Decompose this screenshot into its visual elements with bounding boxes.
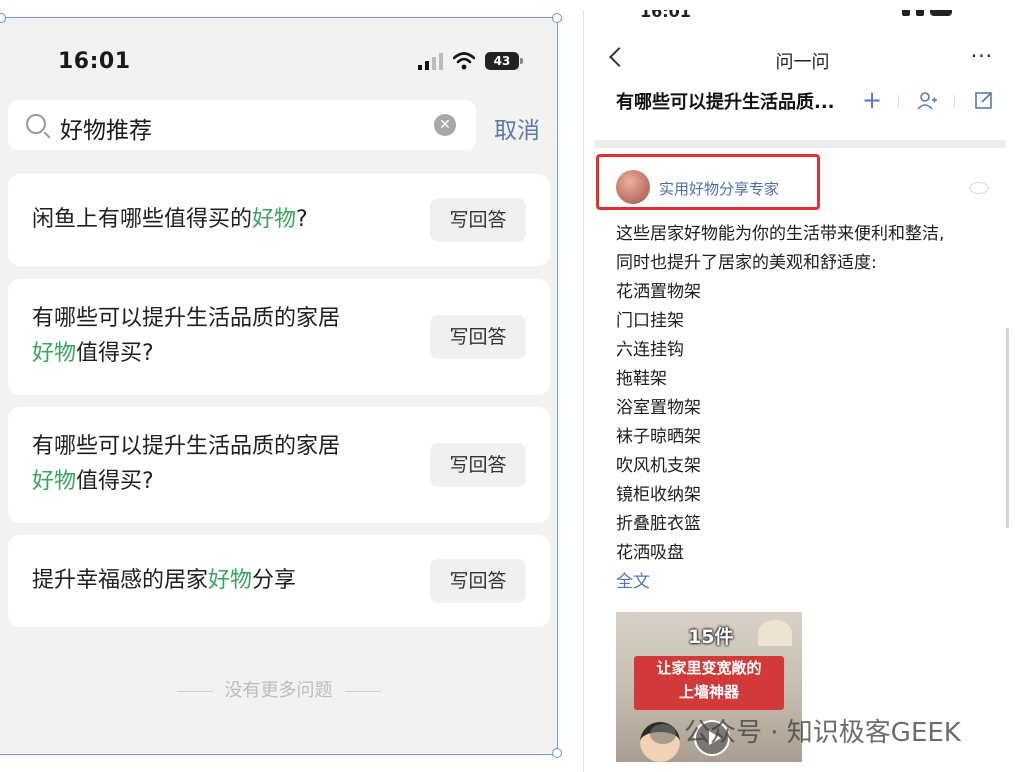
section-divider <box>594 140 1006 148</box>
clear-icon[interactable]: ✕ <box>434 114 456 136</box>
question-text: 提升幸福感的居家好物分享 <box>32 568 297 593</box>
answer-line: 拖鞋架 <box>616 369 667 389</box>
no-more-questions: 没有更多问题 <box>0 676 557 702</box>
answer-line: 浴室置物架 <box>616 398 701 418</box>
divider <box>898 94 899 108</box>
write-answer-button[interactable]: 写回答 <box>430 559 526 603</box>
cancel-button[interactable]: 取消 <box>494 111 540 145</box>
question-title[interactable]: 有哪些可以提升生活品质... <box>616 88 835 114</box>
caption-line: 让家里变宽敞的 <box>656 659 762 677</box>
status-time: 16:01 <box>640 10 691 21</box>
answer-line: 吹风机支架 <box>616 456 701 476</box>
answer-line: 六连挂钩 <box>616 340 684 360</box>
search-row: 好物推荐 ✕ 取消 <box>8 100 548 150</box>
thumbnail-caption: 让家里变宽敞的 上墙神器 <box>634 656 784 710</box>
status-icons <box>902 10 952 16</box>
more-icon[interactable]: ··· <box>971 46 993 66</box>
search-query: 好物推荐 <box>60 118 152 144</box>
signal-icon <box>418 52 443 70</box>
view-icon <box>969 182 989 194</box>
scrollbar[interactable] <box>1006 328 1009 528</box>
answer-line: 这些居家好物能为你的生活带来便利和整洁, <box>616 224 945 244</box>
question-text: 闲鱼上有哪些值得买的好物? <box>32 207 308 232</box>
caption-line: 上墙神器 <box>678 683 739 701</box>
question-text: 有哪些可以提升生活品质的家居 好物值得买? <box>32 434 341 494</box>
answer-line: 花洒吸盘 <box>616 543 684 563</box>
author-name[interactable]: 实用好物分享专家 <box>659 178 779 199</box>
question-card[interactable]: 有哪些可以提升生活品质的家居 好物值得买? 写回答 <box>8 279 550 395</box>
question-text: 有哪些可以提升生活品质的家居 好物值得买? <box>32 306 341 366</box>
status-time: 16:01 <box>58 49 131 74</box>
question-card[interactable]: 提升幸福感的居家好物分享 写回答 <box>8 535 550 627</box>
write-answer-button[interactable]: 写回答 <box>430 315 526 359</box>
search-input[interactable]: 好物推荐 ✕ <box>8 100 476 150</box>
avatar[interactable] <box>616 170 650 204</box>
lamp-decoration <box>758 620 792 646</box>
wechat-logo-icon <box>650 723 676 744</box>
answer-body: 这些居家好物能为你的生活带来便利和整洁, 同时也提升了居家的美观和舒适度: 花洒… <box>616 220 996 597</box>
thumbnail-badge: 15件 <box>688 626 734 648</box>
answer-line: 同时也提升了居家的美观和舒适度: <box>616 253 877 273</box>
question-card[interactable]: 闲鱼上有哪些值得买的好物? 写回答 <box>8 174 550 266</box>
wifi-icon <box>453 52 475 70</box>
selection-handle[interactable] <box>552 748 562 758</box>
answer-line: 花洒置物架 <box>616 282 701 302</box>
nav-bar: 问一问 ··· <box>584 44 1020 78</box>
answer-line: 镜柜收纳架 <box>616 485 701 505</box>
question-card[interactable]: 有哪些可以提升生活品质的家居 好物值得买? 写回答 <box>8 407 550 523</box>
nav-title: 问一问 <box>775 52 830 73</box>
left-phone-screen: 16:01 43 好物推荐 ✕ 取消 闲鱼上有哪些值得买的好物? 写回答 有哪些… <box>0 17 558 755</box>
invite-user-icon[interactable] <box>916 90 938 112</box>
battery-icon: 43 <box>485 52 523 70</box>
answer-line: 门口挂架 <box>616 311 684 331</box>
question-header: 有哪些可以提升生活品质... + <box>616 88 1006 118</box>
answer-line: 袜子晾晒架 <box>616 427 701 447</box>
full-text-link[interactable]: 全文 <box>616 568 996 597</box>
divider <box>954 94 955 108</box>
search-icon <box>26 114 46 134</box>
status-bar: 16:01 43 <box>0 18 557 98</box>
selection-handle[interactable] <box>552 13 562 23</box>
write-answer-button[interactable]: 写回答 <box>430 198 526 242</box>
answer-line: 折叠脏衣篮 <box>616 514 701 534</box>
write-answer-button[interactable]: 写回答 <box>430 443 526 487</box>
status-icons: 43 <box>418 52 523 70</box>
right-phone-screen: 16:01 问一问 ··· 有哪些可以提升生活品质... + 实用好物分享专家 … <box>583 10 1020 772</box>
watermark: 公众号 · 知识极客GEEK <box>650 712 961 749</box>
plus-icon[interactable]: + <box>862 88 882 112</box>
edit-icon[interactable] <box>974 90 994 110</box>
